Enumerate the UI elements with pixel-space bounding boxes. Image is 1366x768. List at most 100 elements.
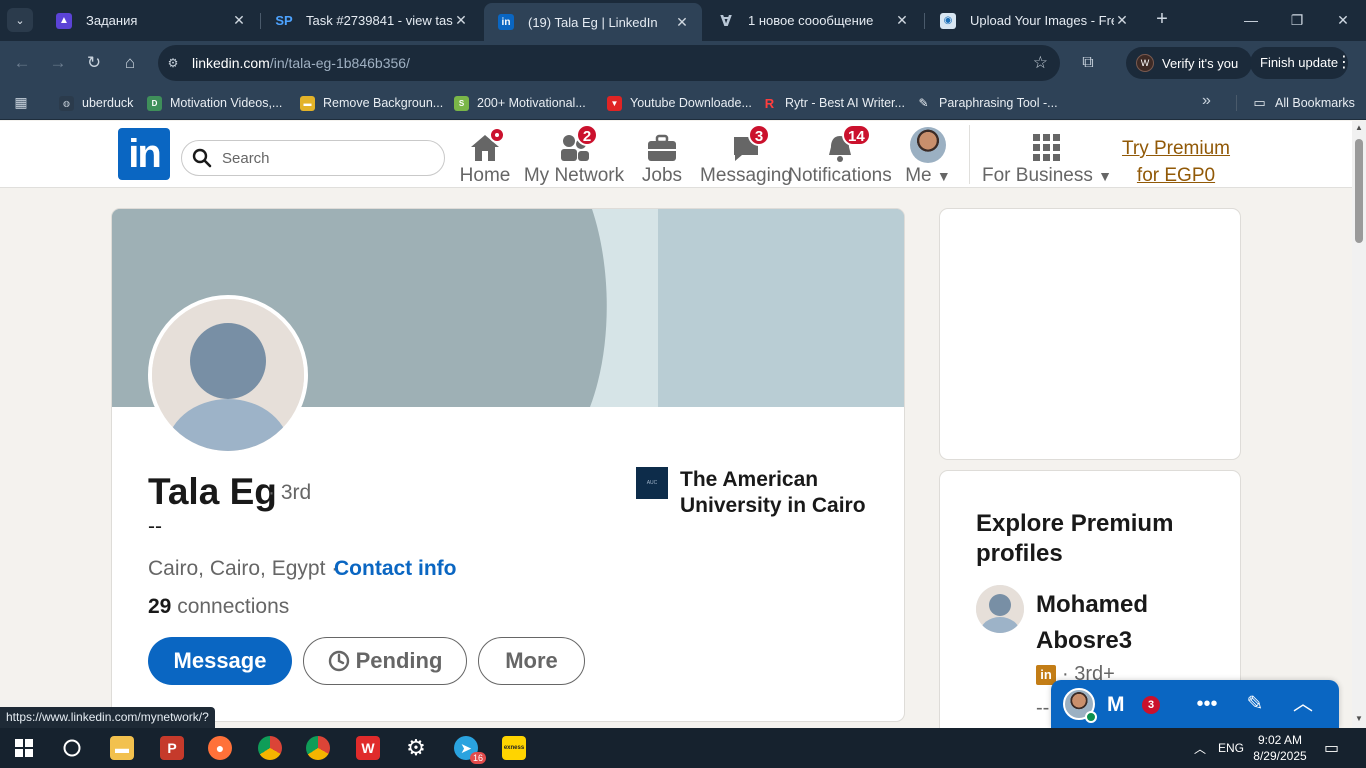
suggested-person-name[interactable]: Mohamed Abosre3	[1036, 587, 1186, 659]
connections-number: 29	[148, 595, 172, 618]
all-bookmarks-button[interactable]: ▭ All Bookmarks	[1252, 93, 1355, 113]
bookmark-youtube-downloader[interactable]: ▼ Youtube Downloade...	[607, 93, 752, 113]
tab-search-button[interactable]: ⌄	[7, 8, 33, 32]
finish-update-button[interactable]: Finish update	[1250, 47, 1349, 79]
bookmark-label: uberduck	[82, 96, 134, 110]
nav-me[interactable]: Me ▼	[902, 121, 954, 188]
nav-for-business-label: For Business ▼	[982, 165, 1112, 187]
home-icon[interactable]: ⌂	[118, 51, 142, 75]
nav-jobs[interactable]: Jobs	[640, 121, 684, 188]
firefox-icon[interactable]: ●	[196, 728, 244, 768]
globe-icon: ◍	[59, 95, 74, 111]
bookmark-uberduck[interactable]: ◍ uberduck	[59, 93, 133, 113]
me-avatar	[910, 127, 946, 163]
nav-messaging[interactable]: 3 Messaging	[700, 121, 792, 188]
chrome-icon[interactable]	[294, 728, 342, 768]
exness-icon[interactable]: exness	[490, 728, 538, 768]
address-bar[interactable]: ⚙ linkedin.com/in/tala-eg-1b846b356/ ☆	[158, 45, 1060, 81]
browser-menu-icon[interactable]: ⋮	[1336, 51, 1352, 75]
verify-label: Verify it's you	[1162, 55, 1239, 71]
nav-my-network-label: My Network	[523, 165, 625, 186]
bookmark-rytr[interactable]: R Rytr - Best AI Writer...	[762, 93, 905, 113]
connection-degree: · 3rd	[268, 481, 312, 504]
telegram-icon[interactable]: ➤ 16	[442, 728, 490, 768]
status-bar-url: https://www.linkedin.com/mynetwork/?	[0, 707, 215, 728]
pending-button[interactable]: Pending	[303, 637, 467, 685]
more-options-icon[interactable]: •••	[1195, 692, 1219, 716]
close-tab-icon[interactable]: ✕	[231, 12, 247, 29]
tab-upload-images[interactable]: ◉ Upload Your Images - Free Im ✕	[926, 4, 1142, 37]
linkedin-icon: in	[498, 14, 514, 30]
nav-notifications[interactable]: 14 Notifications	[788, 121, 892, 188]
forward-arrow-icon[interactable]: →	[46, 51, 70, 75]
profile-photo[interactable]	[148, 295, 308, 455]
close-tab-icon[interactable]: ✕	[674, 14, 690, 31]
contact-info-link[interactable]: Contact info	[334, 557, 456, 581]
new-tab-plus-icon[interactable]: +	[1150, 8, 1174, 32]
paint-app-icon[interactable]: P	[148, 728, 196, 768]
verify-its-you-button[interactable]: W Verify it's you	[1126, 47, 1253, 79]
tab-message[interactable]: ∀ 1 новое соообщение ✕	[704, 4, 922, 37]
close-tab-icon[interactable]: ✕	[1114, 12, 1130, 29]
chevron-up-icon[interactable]: ︿	[1291, 692, 1315, 716]
connections-count[interactable]: 29 connections	[148, 595, 289, 619]
tab-zadaniya[interactable]: ▲ Задания ✕	[42, 4, 259, 37]
education-link[interactable]: The American University in Cairo	[680, 467, 870, 519]
gear-icon: ⚙	[406, 735, 426, 760]
browser-tab-strip: ⌄ ▲ Задания ✕ SP Task #2739841 - view ta…	[0, 0, 1366, 41]
bookmark-star-icon[interactable]: ☆	[1033, 53, 1048, 73]
youtube-icon: ▼	[607, 95, 622, 111]
site-info-icon[interactable]: ⚙	[164, 54, 182, 72]
university-logo-icon[interactable]: AUC	[636, 467, 668, 499]
close-window-icon[interactable]: ✕	[1320, 8, 1366, 32]
system-clock[interactable]: 9:02 AM 8/29/2025	[1250, 732, 1310, 764]
tab-title: (19) Tala Eg | LinkedIn	[528, 14, 658, 30]
more-button[interactable]: More	[478, 637, 585, 685]
wps-office-icon[interactable]: W	[344, 728, 392, 768]
compose-icon[interactable]: ✎	[1243, 692, 1267, 716]
more-bookmarks-chevron-icon[interactable]: »	[1202, 92, 1211, 110]
close-tab-icon[interactable]: ✕	[453, 12, 469, 29]
scroll-up-icon[interactable]: ▲	[1352, 123, 1366, 135]
minimize-icon[interactable]: —	[1228, 8, 1274, 32]
restore-icon[interactable]: ❐	[1274, 8, 1320, 32]
language-indicator[interactable]: ENG	[1218, 728, 1244, 768]
linkedin-logo-icon[interactable]: in	[118, 128, 170, 180]
extensions-puzzle-icon[interactable]: ⧉	[1076, 51, 1100, 75]
tab-linkedin[interactable]: in (19) Tala Eg | LinkedIn ✕	[484, 3, 702, 41]
tray-chevron-icon[interactable]: ︿	[1194, 728, 1206, 768]
message-button[interactable]: Message	[148, 637, 292, 685]
file-explorer-icon[interactable]: ▬	[98, 728, 146, 768]
scroll-down-icon[interactable]: ▼	[1352, 714, 1366, 726]
suggested-person-avatar[interactable]	[976, 585, 1024, 633]
bookmark-motivation-videos[interactable]: D Motivation Videos,...	[147, 93, 282, 113]
nav-home[interactable]: Home	[458, 121, 512, 188]
chrome-profile-icon[interactable]	[246, 728, 294, 768]
settings-gear-icon[interactable]: ⚙	[392, 728, 440, 768]
apps-grid-icon[interactable]: ▦	[11, 92, 31, 112]
bookmark-paraphrasing-tool[interactable]: ✎ Paraphrasing Tool -...	[916, 93, 1057, 113]
page-scrollbar[interactable]: ▲ ▼	[1352, 121, 1366, 728]
cortana-search-icon[interactable]	[48, 728, 96, 768]
search-input[interactable]: Search	[181, 140, 445, 176]
all-bookmarks-label: All Bookmarks	[1275, 96, 1355, 110]
nav-for-business[interactable]: For Business ▼	[982, 121, 1112, 188]
profile-headline: --	[148, 515, 162, 538]
connections-label: connections	[177, 595, 290, 618]
scroll-thumb[interactable]	[1355, 139, 1363, 243]
close-tab-icon[interactable]: ✕	[894, 12, 910, 29]
profile-location: Cairo, Cairo, Egypt ·	[148, 557, 339, 580]
reload-icon[interactable]: ↻	[82, 51, 106, 75]
try-premium-link[interactable]: Try Premium for EGP0	[1118, 135, 1234, 189]
bookmark-motivational[interactable]: S 200+ Motivational...	[454, 93, 586, 113]
back-arrow-icon[interactable]: ←	[10, 51, 34, 75]
tab-title: Задания	[86, 13, 138, 28]
search-icon	[192, 148, 212, 168]
bookmark-remove-background[interactable]: ▬ Remove Backgroun...	[300, 93, 443, 113]
tab-task[interactable]: SP Task #2739841 - view task ✕	[262, 4, 481, 37]
action-center-icon[interactable]: ▭	[1324, 728, 1339, 768]
nav-my-network[interactable]: 2 My Network	[522, 121, 626, 188]
nav-messaging-label: Messaging	[700, 165, 792, 186]
messaging-overlay-bar[interactable]: M 3 ••• ✎ ︿	[1051, 680, 1339, 728]
start-windows-icon[interactable]	[0, 728, 48, 768]
